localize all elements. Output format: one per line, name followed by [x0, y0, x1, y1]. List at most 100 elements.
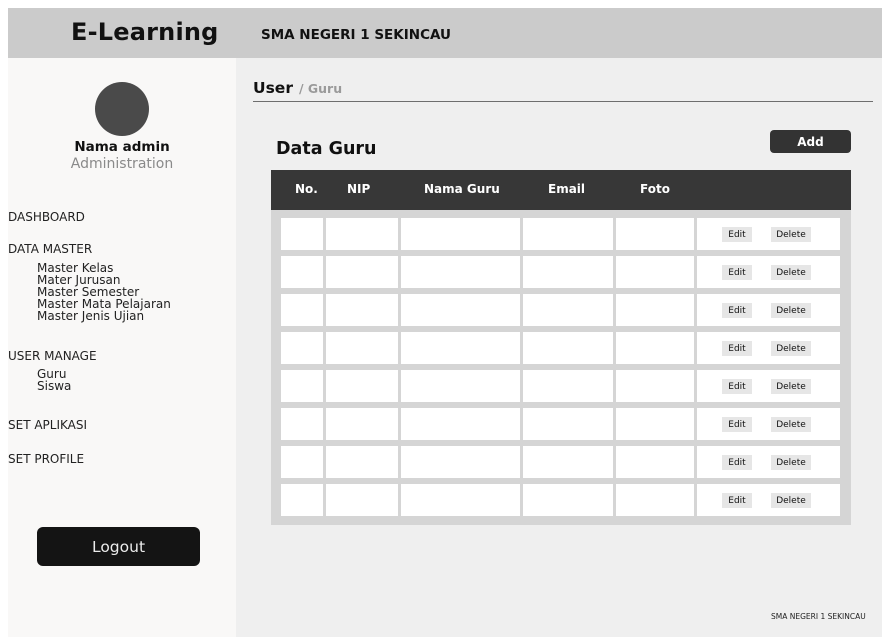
- cell-nip: [326, 408, 398, 440]
- delete-button[interactable]: Delete: [771, 455, 811, 470]
- table-row: Edit Delete: [271, 332, 851, 364]
- header-no: No.: [295, 182, 318, 196]
- cell-no: [281, 408, 323, 440]
- edit-button[interactable]: Edit: [722, 303, 752, 318]
- edit-button[interactable]: Edit: [722, 493, 752, 508]
- avatar: [95, 82, 149, 136]
- cell-actions: Edit Delete: [697, 484, 840, 516]
- cell-nip: [326, 256, 398, 288]
- cell-actions: Edit Delete: [697, 332, 840, 364]
- delete-button[interactable]: Delete: [771, 227, 811, 242]
- delete-button[interactable]: Delete: [771, 379, 811, 394]
- cell-nip: [326, 294, 398, 326]
- cell-actions: Edit Delete: [697, 370, 840, 402]
- edit-button[interactable]: Edit: [722, 417, 752, 432]
- edit-button[interactable]: Edit: [722, 227, 752, 242]
- cell-actions: Edit Delete: [697, 408, 840, 440]
- cell-nama-guru: [401, 332, 520, 364]
- cell-no: [281, 332, 323, 364]
- delete-button[interactable]: Delete: [771, 341, 811, 356]
- cell-foto: [616, 218, 694, 250]
- cell-foto: [616, 370, 694, 402]
- cell-email: [523, 218, 613, 250]
- breadcrumb: User / Guru: [253, 79, 342, 98]
- logout-button[interactable]: Logout: [37, 527, 200, 566]
- nav-siswa[interactable]: Siswa: [37, 380, 71, 392]
- table-row: Edit Delete: [271, 484, 851, 516]
- admin-name: Nama admin: [74, 139, 170, 155]
- edit-button[interactable]: Edit: [722, 265, 752, 280]
- sidebar: Nama admin Administration DASHBOARD DATA…: [8, 58, 236, 637]
- cell-nip: [326, 446, 398, 478]
- page-title: Data Guru: [276, 139, 377, 159]
- breadcrumb-sub[interactable]: / Guru: [299, 81, 342, 96]
- cell-nama-guru: [401, 408, 520, 440]
- cell-nip: [326, 218, 398, 250]
- add-button[interactable]: Add: [770, 130, 851, 153]
- table-row: Edit Delete: [271, 408, 851, 440]
- nav-data-master[interactable]: DATA MASTER: [8, 242, 92, 256]
- breadcrumb-divider: [253, 101, 873, 102]
- cell-nama-guru: [401, 370, 520, 402]
- delete-button[interactable]: Delete: [771, 493, 811, 508]
- cell-foto: [616, 332, 694, 364]
- header-nama-guru: Nama Guru: [424, 182, 500, 196]
- cell-nama-guru: [401, 446, 520, 478]
- table-row: Edit Delete: [271, 370, 851, 402]
- app-title: E-Learning: [71, 18, 219, 46]
- table-row: Edit Delete: [271, 218, 851, 250]
- edit-button[interactable]: Edit: [722, 455, 752, 470]
- nav-set-aplikasi[interactable]: SET APLIKASI: [8, 418, 87, 432]
- cell-foto: [616, 446, 694, 478]
- cell-email: [523, 294, 613, 326]
- main-content: User / Guru Data Guru Add No. NIP Nama Gu…: [236, 58, 882, 637]
- cell-no: [281, 256, 323, 288]
- cell-email: [523, 370, 613, 402]
- delete-button[interactable]: Delete: [771, 303, 811, 318]
- cell-nip: [326, 484, 398, 516]
- cell-nip: [326, 370, 398, 402]
- cell-actions: Edit Delete: [697, 446, 840, 478]
- nav-user-manage[interactable]: USER MANAGE: [8, 349, 97, 363]
- nav-dashboard[interactable]: DASHBOARD: [8, 210, 85, 224]
- cell-no: [281, 294, 323, 326]
- header-foto: Foto: [640, 182, 670, 196]
- nav-set-profile[interactable]: SET PROFILE: [8, 452, 84, 466]
- cell-no: [281, 446, 323, 478]
- cell-email: [523, 332, 613, 364]
- cell-nama-guru: [401, 484, 520, 516]
- nav-master-jenis-ujian[interactable]: Master Jenis Ujian: [37, 310, 144, 322]
- table-row: Edit Delete: [271, 256, 851, 288]
- cell-nama-guru: [401, 294, 520, 326]
- cell-no: [281, 484, 323, 516]
- edit-button[interactable]: Edit: [722, 341, 752, 356]
- cell-no: [281, 218, 323, 250]
- footer-text: SMA NEGERI 1 SEKINCAU: [771, 612, 866, 621]
- delete-button[interactable]: Delete: [771, 265, 811, 280]
- edit-button[interactable]: Edit: [722, 379, 752, 394]
- cell-nama-guru: [401, 256, 520, 288]
- cell-actions: Edit Delete: [697, 294, 840, 326]
- cell-nama-guru: [401, 218, 520, 250]
- header-email: Email: [548, 182, 586, 196]
- top-bar: E-Learning SMA NEGERI 1 SEKINCAU: [8, 8, 882, 58]
- header-nip: NIP: [347, 182, 371, 196]
- delete-button[interactable]: Delete: [771, 417, 811, 432]
- breadcrumb-current: User: [253, 79, 293, 97]
- cell-email: [523, 408, 613, 440]
- cell-email: [523, 256, 613, 288]
- cell-foto: [616, 408, 694, 440]
- cell-nip: [326, 332, 398, 364]
- cell-actions: Edit Delete: [697, 256, 840, 288]
- table-row: Edit Delete: [271, 294, 851, 326]
- school-name: SMA NEGERI 1 SEKINCAU: [261, 27, 451, 43]
- cell-foto: [616, 256, 694, 288]
- cell-foto: [616, 484, 694, 516]
- cell-foto: [616, 294, 694, 326]
- admin-role: Administration: [70, 156, 174, 172]
- cell-no: [281, 370, 323, 402]
- cell-email: [523, 484, 613, 516]
- table-row: Edit Delete: [271, 446, 851, 478]
- cell-actions: Edit Delete: [697, 218, 840, 250]
- guru-table: No. NIP Nama Guru Email Foto Edit Delete E…: [271, 170, 851, 525]
